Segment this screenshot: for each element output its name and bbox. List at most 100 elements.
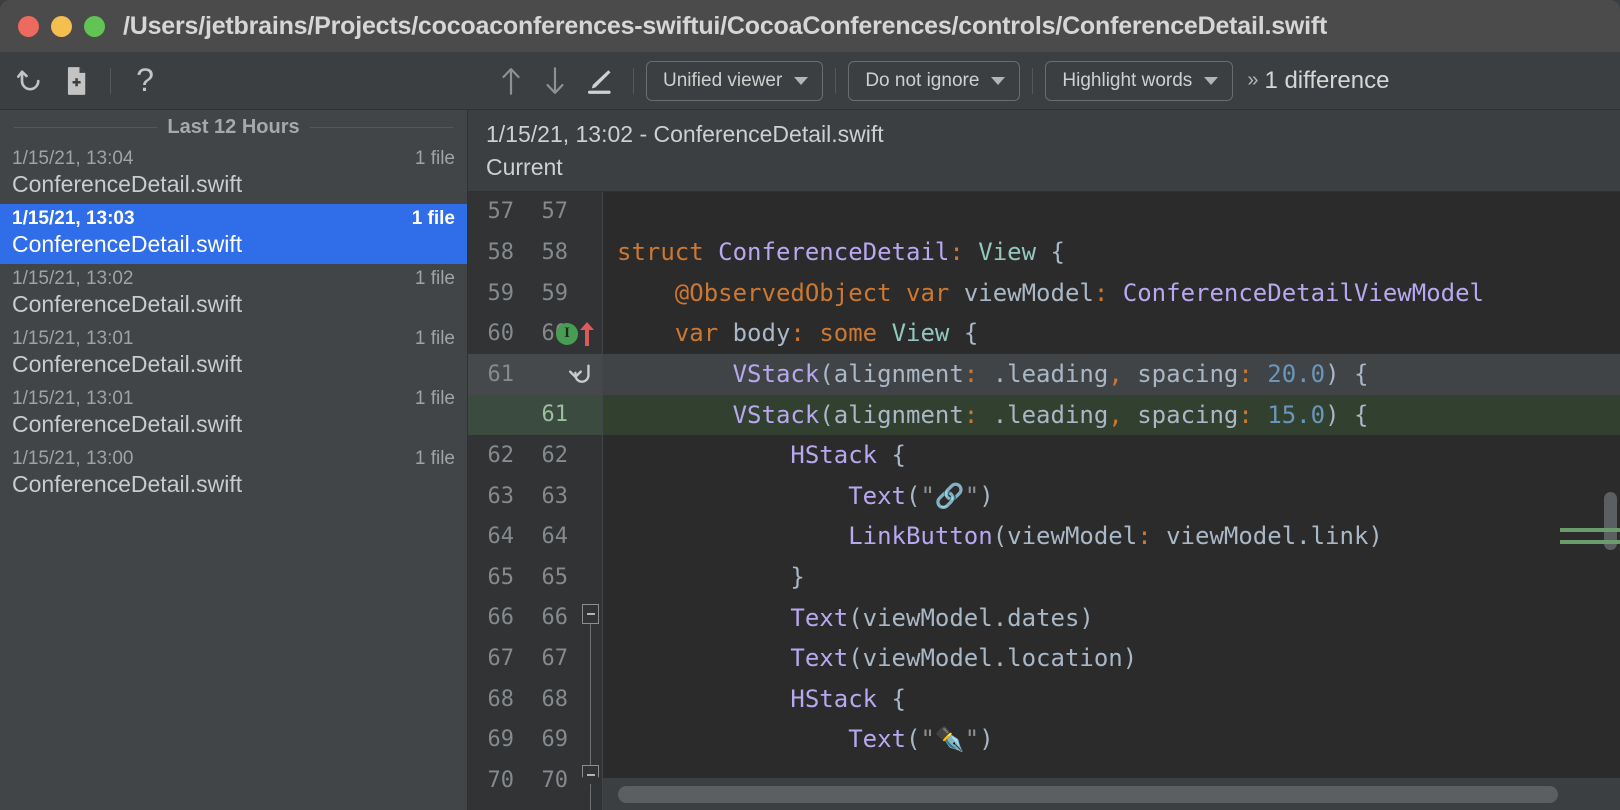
traffic-lights xyxy=(18,16,105,37)
line-number-left: 65 xyxy=(468,565,514,590)
revision-filename: ConferenceDetail.swift xyxy=(12,291,455,318)
chevron-down-icon xyxy=(1204,77,1218,85)
code-line[interactable]: Text("✒️") xyxy=(603,719,1620,760)
code-line[interactable]: VStack(alignment: .leading, spacing: 15.… xyxy=(603,395,1620,436)
line-number-right: 65 xyxy=(522,565,568,590)
overflow-chevrons-icon[interactable]: » xyxy=(1247,69,1256,92)
diff-toolbar: ? Unified viewer xyxy=(0,52,1620,110)
horizontal-scrollbar[interactable] xyxy=(618,786,1558,803)
minus-icon xyxy=(587,774,595,776)
minus-icon xyxy=(587,613,595,615)
line-number-right: 58 xyxy=(522,240,568,265)
whitespace-dropdown[interactable]: Do not ignore xyxy=(848,61,1020,101)
diff-marker-scrollbar-2 xyxy=(1560,540,1620,544)
title-bar: /Users/jetbrains/Projects/cocoaconferenc… xyxy=(0,0,1620,52)
revision-item[interactable]: 1/15/21, 13:001 fileConferenceDetail.swi… xyxy=(0,444,467,504)
diff-pane: 1/15/21, 13:02 - ConferenceDetail.swift … xyxy=(468,110,1620,810)
line-number-left: 60 xyxy=(468,321,514,346)
code-area[interactable]: struct ConferenceDetail: View { @Observe… xyxy=(603,192,1620,810)
minimize-button[interactable] xyxy=(51,16,72,37)
line-number-left: 59 xyxy=(468,281,514,306)
line-number-left: 69 xyxy=(468,727,514,752)
edit-pencil-icon[interactable] xyxy=(577,61,621,101)
close-button[interactable] xyxy=(18,16,39,37)
revision-item[interactable]: 1/15/21, 13:021 fileConferenceDetail.swi… xyxy=(0,264,467,324)
line-number-gutter[interactable]: 5757585859596060I61616262636364646565666… xyxy=(468,192,603,810)
revision-date: 1/15/21, 13:04 xyxy=(12,148,134,170)
line-number-left: 66 xyxy=(468,605,514,630)
line-number-right: 63 xyxy=(522,484,568,509)
fold-collapse-marker[interactable] xyxy=(582,604,599,624)
diff-left-title: 1/15/21, 13:02 - ConferenceDetail.swift xyxy=(486,118,1620,151)
help-question-icon[interactable]: ? xyxy=(123,61,167,101)
revision-list-sidebar[interactable]: Last 12 Hours 1/15/21, 13:041 fileConfer… xyxy=(0,110,468,810)
revert-icon[interactable] xyxy=(10,61,54,101)
line-number-right: 70 xyxy=(522,768,568,793)
diff-titles: 1/15/21, 13:02 - ConferenceDetail.swift … xyxy=(468,110,1620,191)
code-folding-strip[interactable] xyxy=(580,192,602,810)
line-number-left: 57 xyxy=(468,199,514,224)
line-number-right: 69 xyxy=(522,727,568,752)
window-title: /Users/jetbrains/Projects/cocoaconferenc… xyxy=(123,12,1327,41)
code-line[interactable]: Text("🔗") xyxy=(603,476,1620,517)
line-number-right: 66 xyxy=(522,605,568,630)
revision-file-count: 1 file xyxy=(415,328,455,350)
revision-filename: ConferenceDetail.swift xyxy=(12,171,455,198)
revision-item[interactable]: 1/15/21, 13:041 fileConferenceDetail.swi… xyxy=(0,144,467,204)
arrow-up-icon[interactable] xyxy=(489,61,533,101)
code-line[interactable]: LinkButton(viewModel: viewModel.link) xyxy=(603,516,1620,557)
line-number-right: 67 xyxy=(522,646,568,671)
whitespace-label: Do not ignore xyxy=(865,70,979,92)
revision-filename: ConferenceDetail.swift xyxy=(12,411,455,438)
revision-item[interactable]: 1/15/21, 13:011 fileConferenceDetail.swi… xyxy=(0,324,467,384)
line-number-left: 64 xyxy=(468,524,514,549)
revision-date: 1/15/21, 13:03 xyxy=(12,208,135,230)
fold-end-marker[interactable] xyxy=(582,765,599,785)
window-body: Last 12 Hours 1/15/21, 13:041 fileConfer… xyxy=(0,110,1620,810)
toolbar-divider-4 xyxy=(1032,68,1033,94)
code-line[interactable]: HStack { xyxy=(603,435,1620,476)
code-line[interactable]: var body: some View { xyxy=(603,313,1620,354)
line-number-right: 61 xyxy=(522,402,568,427)
modified-badge-icon[interactable]: I xyxy=(556,323,578,345)
viewer-mode-label: Unified viewer xyxy=(663,70,782,92)
line-number-right: 62 xyxy=(522,443,568,468)
code-line[interactable]: Text(viewModel.dates) xyxy=(603,598,1620,639)
highlight-label: Highlight words xyxy=(1062,70,1192,92)
code-line[interactable]: @ObservedObject var viewModel: Conferenc… xyxy=(603,273,1620,314)
revision-file-count: 1 file xyxy=(415,268,455,290)
code-line[interactable]: Text(viewModel.location) xyxy=(603,638,1620,679)
revision-date: 1/15/21, 13:00 xyxy=(12,448,134,470)
code-line[interactable]: HStack { xyxy=(603,679,1620,720)
group-rule-right xyxy=(310,127,453,128)
revision-file-count: 1 file xyxy=(412,208,455,230)
revision-item[interactable]: 1/15/21, 13:03 1 fileConferenceDetail.swi… xyxy=(0,204,467,264)
revision-group-header: Last 12 Hours xyxy=(0,110,467,144)
revision-list[interactable]: 1/15/21, 13:041 fileConferenceDetail.swi… xyxy=(0,144,467,504)
code-line[interactable]: VStack(alignment: .leading, spacing: 20.… xyxy=(603,354,1620,395)
line-number-left: 67 xyxy=(468,646,514,671)
diff-editor[interactable]: 5757585859596060I61616262636364646565666… xyxy=(468,191,1620,810)
line-number-left: 62 xyxy=(468,443,514,468)
diff-marker-scrollbar xyxy=(1560,528,1620,532)
line-number-right: 59 xyxy=(522,281,568,306)
revision-item[interactable]: 1/15/21, 13:011 fileConferenceDetail.swi… xyxy=(0,384,467,444)
arrow-down-icon[interactable] xyxy=(533,61,577,101)
revision-file-count: 1 file xyxy=(415,388,455,410)
line-number-left: 70 xyxy=(468,768,514,793)
code-line[interactable]: } xyxy=(603,557,1620,598)
revision-filename: ConferenceDetail.swift xyxy=(12,351,455,378)
toolbar-divider-2 xyxy=(633,68,634,94)
revision-filename: ConferenceDetail.swift xyxy=(12,231,455,258)
code-line[interactable]: struct ConferenceDetail: View { xyxy=(603,232,1620,273)
create-patch-icon[interactable] xyxy=(54,61,98,101)
toolbar-divider xyxy=(110,68,111,94)
code-line[interactable] xyxy=(603,192,1620,233)
highlight-dropdown[interactable]: Highlight words xyxy=(1045,61,1233,101)
viewer-mode-dropdown[interactable]: Unified viewer xyxy=(646,61,823,101)
line-number-left: 68 xyxy=(468,687,514,712)
revision-filename: ConferenceDetail.swift xyxy=(12,471,455,498)
toolbar-divider-3 xyxy=(835,68,836,94)
zoom-button[interactable] xyxy=(84,16,105,37)
line-number-right: 57 xyxy=(522,199,568,224)
